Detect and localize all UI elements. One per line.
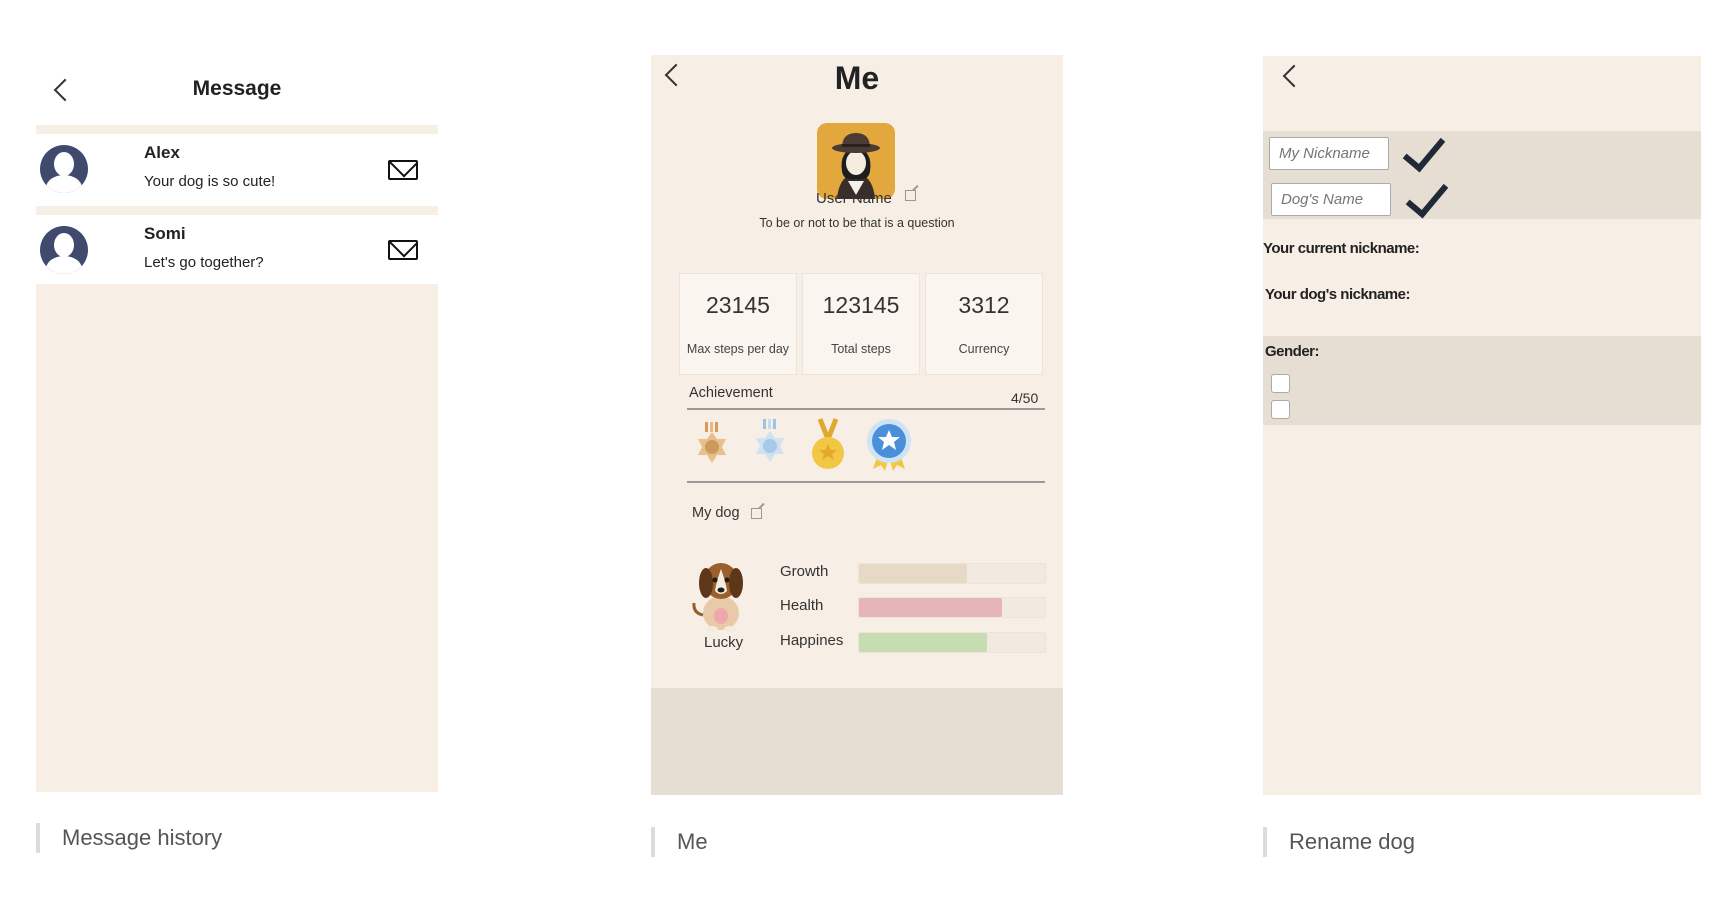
stat-label: Total steps xyxy=(831,342,891,356)
happiness-bar xyxy=(858,632,1046,653)
gender-checkbox[interactable] xyxy=(1271,400,1290,419)
message-preview: Let's go together? xyxy=(144,254,264,271)
user-bio: To be or not to be that is a question xyxy=(759,216,955,230)
bottom-bar xyxy=(651,688,1063,795)
nickname-input[interactable] xyxy=(1269,137,1389,170)
dog-avatar[interactable] xyxy=(688,553,750,638)
stat-value: 23145 xyxy=(706,292,770,318)
achievement-label: Achievement xyxy=(689,385,773,401)
blue-ribbon-medal-icon[interactable] xyxy=(865,417,913,478)
message-list-empty-area xyxy=(36,284,438,792)
divider xyxy=(36,125,438,134)
gender-checkbox[interactable] xyxy=(1271,374,1290,393)
page-title: Me xyxy=(834,60,880,96)
dog-name: Lucky xyxy=(704,634,744,651)
stat-value: 123145 xyxy=(822,292,900,318)
stat-label: Currency xyxy=(958,342,1010,356)
my-dog-label: My dog xyxy=(692,505,740,521)
avatar xyxy=(40,145,88,193)
message-row-alex[interactable]: Alex Your dog is so cute! xyxy=(36,134,438,206)
screen-caption: Me xyxy=(651,827,708,857)
achievement-count: 4/50 xyxy=(1011,390,1039,406)
stat-value: 3312 xyxy=(958,292,1010,318)
dog-name-input[interactable] xyxy=(1271,183,1391,216)
page-title: Message xyxy=(192,77,282,100)
stat-total-steps: 123145 Total steps xyxy=(802,273,920,375)
envelope-icon[interactable] xyxy=(388,160,418,180)
happiness-bar-fill xyxy=(859,633,988,652)
growth-bar-fill xyxy=(859,564,967,583)
edit-icon[interactable] xyxy=(751,508,762,519)
envelope-icon[interactable] xyxy=(388,240,418,260)
divider xyxy=(687,481,1045,483)
bronze-medal-icon[interactable] xyxy=(694,420,730,477)
user-name: User Name xyxy=(816,190,892,207)
gender-section xyxy=(1263,336,1701,425)
growth-bar xyxy=(858,563,1046,584)
message-sender: Alex xyxy=(144,143,180,162)
rename-dog-screen: Your current nickname: Your dog's nickna… xyxy=(1263,56,1701,795)
silver-medal-icon[interactable] xyxy=(752,417,788,477)
message-row-somi[interactable]: Somi Let's go together? xyxy=(36,215,438,287)
divider xyxy=(36,206,438,215)
gender-label: Gender: xyxy=(1265,343,1320,360)
message-screen: Message Alex Your dog is so cute! Somi L… xyxy=(36,55,438,792)
message-preview: Your dog is so cute! xyxy=(144,173,276,190)
stat-max-steps: 23145 Max steps per day xyxy=(679,273,797,375)
screen-caption: Rename dog xyxy=(1263,827,1415,857)
dog-nickname-label: Your dog's nickname: xyxy=(1265,286,1410,303)
health-bar-fill xyxy=(859,598,1003,617)
profile-avatar[interactable] xyxy=(817,123,895,199)
stat-label: Max steps per day xyxy=(686,342,790,356)
back-arrow-icon[interactable] xyxy=(1282,64,1306,88)
bar-label: Health xyxy=(780,597,824,614)
stat-currency: 3312 Currency xyxy=(925,273,1043,375)
gold-medal-icon[interactable] xyxy=(808,417,848,478)
avatar xyxy=(40,226,88,274)
health-bar xyxy=(858,597,1046,618)
me-screen: Me User Name To be or not to be that is … xyxy=(651,55,1063,795)
screen-caption: Message history xyxy=(36,823,222,853)
bar-label: Happines xyxy=(780,632,844,649)
bar-label: Growth xyxy=(780,563,829,580)
message-sender: Somi xyxy=(144,224,186,243)
divider xyxy=(687,408,1045,410)
current-nickname-label: Your current nickname: xyxy=(1263,240,1420,257)
edit-icon[interactable] xyxy=(905,190,916,201)
